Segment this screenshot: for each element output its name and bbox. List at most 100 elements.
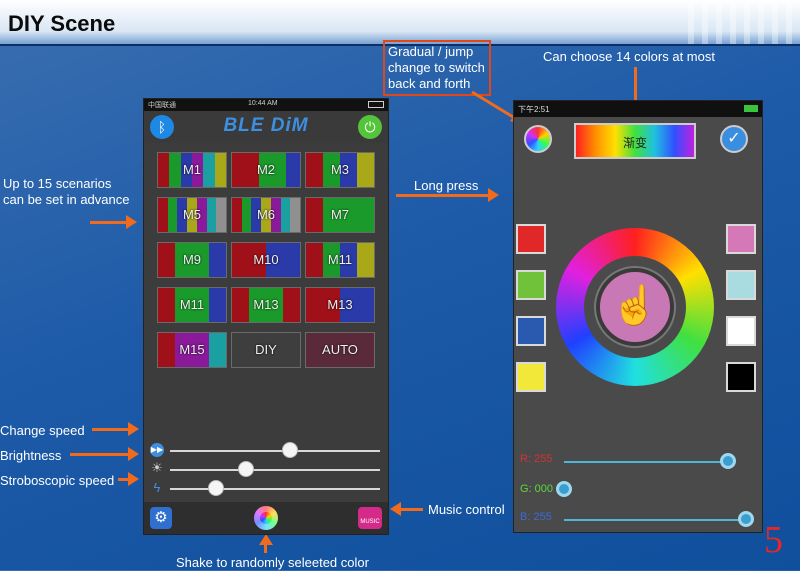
scene-label: M1	[182, 162, 202, 177]
phone-color-picker: 下午2:51 渐变 ✓ ☝ R: 255 G: 000 B: 255	[513, 100, 763, 533]
scene-button-m7[interactable]: M7	[305, 197, 375, 233]
scene-label: M11	[327, 252, 353, 267]
battery-icon	[368, 101, 384, 108]
scene-label: M2	[256, 162, 276, 177]
arrow-music	[401, 508, 423, 511]
status-bar-2: 下午2:51	[514, 101, 762, 117]
scene-label: AUTO	[322, 342, 358, 357]
scene-button-m3[interactable]: M3	[305, 152, 375, 188]
scene-button-m10[interactable]: M10	[231, 242, 301, 278]
scene-button-m1[interactable]: M1	[157, 152, 227, 188]
status-time: 10:44 AM	[248, 100, 278, 107]
speed-slider-track[interactable]	[170, 450, 380, 452]
scene-label: M7	[330, 207, 350, 222]
gear-icon[interactable]: ⚙	[150, 507, 172, 529]
confirm-check-icon[interactable]: ✓	[720, 125, 748, 153]
scene-button-m11[interactable]: M11	[305, 242, 375, 278]
left-color-swatch-3[interactable]	[516, 316, 546, 346]
gradient-label: 渐变	[622, 136, 647, 150]
left-color-swatch-4[interactable]	[516, 362, 546, 392]
status-bar: 中国联通 10:44 AM	[144, 99, 388, 111]
scene-button-m11[interactable]: M11	[157, 287, 227, 323]
annotation-gradual: Gradual / jump change to switch back and…	[388, 44, 485, 91]
gradient-color-bar[interactable]: 渐变	[574, 123, 696, 159]
left-color-swatch-1[interactable]	[516, 224, 546, 254]
scene-button-m9[interactable]: M9	[157, 242, 227, 278]
green-slider-thumb[interactable]	[556, 481, 572, 497]
arrow-long-press	[396, 194, 488, 197]
arrow-head-music	[390, 502, 401, 516]
hand-pointer-icon: ☝	[611, 285, 659, 327]
blue-slider-track[interactable]	[564, 519, 746, 521]
right-color-swatch-2[interactable]	[726, 270, 756, 300]
left-color-swatch-2[interactable]	[516, 270, 546, 300]
annotation-long-press: Long press	[414, 178, 479, 193]
arrow-strobe	[118, 478, 128, 481]
annotation-scenarios: Up to 15 scenarios can be set in advance	[3, 176, 130, 207]
blue-value-label: B: 255	[520, 511, 552, 523]
scene-button-m6[interactable]: M6	[231, 197, 301, 233]
blue-slider-thumb[interactable]	[738, 511, 754, 527]
annotation-change-speed: Change speed	[0, 423, 85, 438]
scene-label: M13	[253, 297, 279, 312]
scene-button-m15[interactable]: M15	[157, 332, 227, 368]
arrow-scenarios	[90, 221, 126, 224]
scene-button-m13[interactable]: M13	[305, 287, 375, 323]
arrow-head-brightness	[128, 447, 139, 461]
scene-label: DIY	[255, 342, 277, 357]
right-color-swatch-3[interactable]	[726, 316, 756, 346]
gradual-jump-toggle-icon[interactable]	[524, 125, 552, 153]
scene-label: M5	[182, 207, 202, 222]
brightness-icon: ☀	[151, 460, 163, 475]
bottom-toolbar: ⚙ MUSIC	[144, 502, 388, 534]
music-icon[interactable]: MUSIC	[358, 507, 382, 529]
page-number: 5	[764, 519, 783, 561]
scene-label: M13	[327, 297, 353, 312]
battery-icon-2	[744, 105, 758, 112]
scene-button-diy[interactable]: DIY	[231, 332, 301, 368]
speed-icon: ▶▶	[150, 443, 164, 457]
app-title: BLE DiM	[223, 115, 309, 136]
page-title: DIY Scene	[8, 11, 116, 36]
color-preview-button[interactable]: ☝	[596, 268, 674, 346]
status-time-2: 下午2:51	[518, 105, 550, 114]
annotation-brightness: Brightness	[0, 448, 62, 463]
scene-button-m13[interactable]: M13	[231, 287, 301, 323]
scene-label: M6	[256, 207, 276, 222]
annotation-music-control: Music control	[428, 502, 505, 517]
arrow-head-shake	[259, 534, 273, 545]
brightness-slider-track[interactable]	[170, 469, 380, 471]
annotation-colors: Can choose 14 colors at most	[543, 49, 715, 64]
strobe-slider-track[interactable]	[170, 488, 380, 490]
color-wheel-icon[interactable]	[254, 506, 278, 530]
scene-label: M15	[179, 342, 205, 357]
right-color-swatch-1[interactable]	[726, 224, 756, 254]
scene-button-m2[interactable]: M2	[231, 152, 301, 188]
green-value-label: G: 000	[520, 483, 554, 495]
brightness-slider-thumb[interactable]	[237, 461, 254, 477]
scene-label: M9	[182, 252, 202, 267]
arrow-speed	[92, 428, 128, 431]
scene-label: M11	[179, 297, 205, 312]
arrow-head-scenarios	[126, 215, 137, 229]
arrow-head-long-press	[488, 188, 499, 202]
arrow-brightness	[70, 453, 128, 456]
scene-label: M10	[253, 252, 279, 267]
red-slider-track[interactable]	[564, 461, 728, 463]
arrow-shake	[264, 545, 267, 553]
red-slider-thumb[interactable]	[720, 453, 736, 469]
scene-button-m5[interactable]: M5	[157, 197, 227, 233]
strobe-slider-thumb[interactable]	[208, 480, 225, 496]
status-carrier: 中国联通	[148, 102, 176, 109]
arrow-head-strobe	[128, 472, 139, 486]
scene-button-auto[interactable]: AUTO	[305, 332, 375, 368]
annotation-strobe-speed: Stroboscopic speed	[0, 473, 115, 488]
speed-slider-thumb[interactable]	[281, 442, 298, 458]
phone-app-scenes: 中国联通 10:44 AM ᛒ BLE DiM ⏻ M1 M2 M3 M5 M6 M7 M9…	[143, 98, 389, 535]
power-icon[interactable]: ⏻	[358, 115, 382, 139]
red-value-label: R: 255	[520, 453, 553, 465]
arrow-head-speed	[128, 422, 139, 436]
annotation-shake: Shake to randomly seleeted color	[176, 555, 369, 570]
app-bar: ᛒ BLE DiM ⏻	[144, 111, 388, 143]
right-color-swatch-4[interactable]	[726, 362, 756, 392]
